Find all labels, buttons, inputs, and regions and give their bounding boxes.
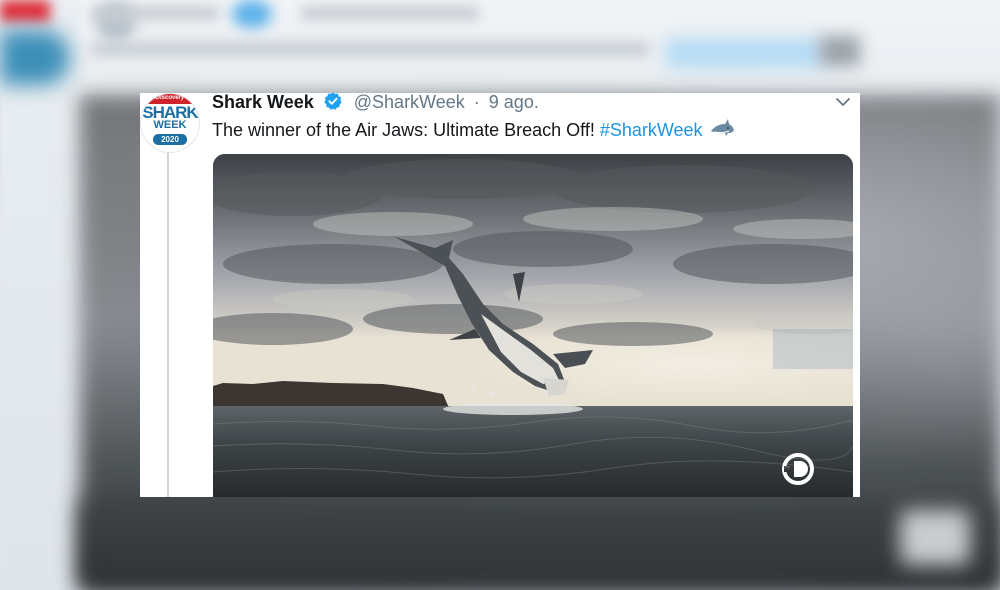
avatar-brand: Discovery bbox=[155, 95, 185, 101]
background-badge-blur bbox=[232, 0, 272, 28]
display-name[interactable]: Shark Week bbox=[212, 93, 314, 112]
separator-dot: · bbox=[473, 93, 480, 112]
background-red-patch bbox=[0, 0, 50, 22]
avatar[interactable]: Discovery SHARK WEEK 2020 bbox=[140, 93, 200, 153]
user-handle[interactable]: @SharkWeek bbox=[354, 93, 465, 112]
tweet-text: The winner of the Air Jaws: Ultimate Bre… bbox=[212, 118, 735, 141]
background-link-blur bbox=[665, 38, 825, 68]
background-text-blur bbox=[90, 6, 220, 20]
avatar-title-line2: WEEK bbox=[153, 119, 187, 131]
breaching-shark-image bbox=[213, 154, 853, 497]
avatar-year: 2020 bbox=[153, 134, 187, 145]
chevron-down-icon[interactable] bbox=[834, 93, 852, 111]
background-sidebar bbox=[0, 0, 80, 590]
tweet-photo[interactable] bbox=[213, 154, 853, 497]
tweet-body: The winner of the Air Jaws: Ultimate Bre… bbox=[212, 120, 600, 140]
tweet-header: Shark Week @SharkWeek · 9 ago. bbox=[212, 93, 539, 112]
hashtag-link[interactable]: #SharkWeek bbox=[600, 120, 703, 140]
background-bottom-blur bbox=[80, 500, 1000, 590]
shark-emoji bbox=[710, 119, 734, 136]
background-text-blur bbox=[300, 6, 480, 20]
tweet-card[interactable]: Discovery SHARK WEEK 2020 Shark Week @Sh… bbox=[140, 93, 860, 497]
tweet-date[interactable]: 9 ago. bbox=[489, 93, 539, 112]
background-text-blur bbox=[90, 42, 650, 56]
background-avatar-blur bbox=[0, 30, 70, 85]
thread-line bbox=[167, 151, 169, 497]
verified-badge-icon bbox=[324, 93, 342, 110]
background-grey-blur bbox=[900, 510, 970, 565]
background-icon-blur bbox=[820, 36, 860, 66]
